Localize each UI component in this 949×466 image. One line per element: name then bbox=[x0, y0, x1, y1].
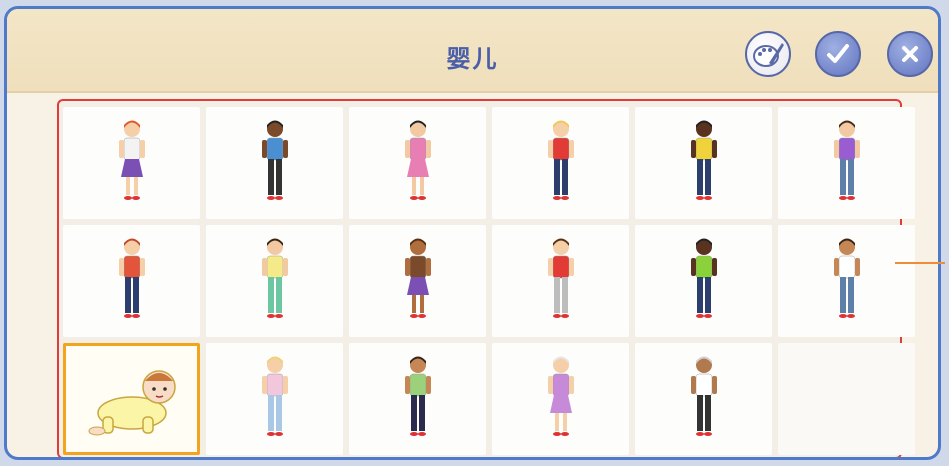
character-tile bbox=[778, 343, 915, 455]
grandma-purple-dress-icon bbox=[541, 355, 581, 443]
close-icon bbox=[902, 46, 918, 62]
character-tile[interactable] bbox=[492, 343, 629, 455]
dialog-title: 婴儿 bbox=[446, 45, 499, 73]
character-tile[interactable] bbox=[206, 107, 343, 219]
girl-red-hair-purple-skirt-icon bbox=[112, 119, 152, 207]
boy-yellow-shirt-icon bbox=[684, 119, 724, 207]
man-walking-green-shirt-icon bbox=[398, 355, 438, 443]
checkmark-icon bbox=[827, 44, 849, 63]
girl-pink-dress-icon bbox=[398, 119, 438, 207]
girl-long-hair-purple-skirt-icon bbox=[398, 237, 438, 325]
character-tile[interactable] bbox=[206, 225, 343, 337]
character-tile[interactable] bbox=[349, 225, 486, 337]
character-tile[interactable] bbox=[63, 107, 200, 219]
paint-editor-button[interactable] bbox=[745, 31, 791, 77]
character-tile[interactable] bbox=[635, 225, 772, 337]
character-tile[interactable] bbox=[63, 225, 200, 337]
paint-brush-icon bbox=[753, 43, 784, 67]
ok-button[interactable] bbox=[815, 31, 861, 77]
dialog-header: 婴儿 bbox=[7, 9, 938, 93]
character-picker-dialog: 婴儿 bbox=[4, 6, 941, 460]
character-grid bbox=[57, 99, 915, 457]
character-tile[interactable] bbox=[349, 343, 486, 455]
boy-red-shirt-grey-shorts-icon bbox=[541, 237, 581, 325]
character-tile[interactable] bbox=[778, 225, 915, 337]
character-tile[interactable] bbox=[492, 107, 629, 219]
boy-blond-red-shirt-icon bbox=[541, 119, 581, 207]
man-green-shirt-icon bbox=[684, 237, 724, 325]
character-tile[interactable] bbox=[635, 343, 772, 455]
girl-braids-blue-shirt-icon bbox=[255, 119, 295, 207]
boy-purple-shirt-icon bbox=[827, 119, 867, 207]
character-tile[interactable] bbox=[349, 107, 486, 219]
woman-blond-walking-icon bbox=[255, 355, 295, 443]
boy-white-shirt-icon bbox=[827, 237, 867, 325]
connector-line bbox=[895, 262, 945, 264]
woman-red-shirt-icon bbox=[112, 237, 152, 325]
character-tile[interactable] bbox=[63, 343, 200, 455]
close-button[interactable] bbox=[887, 31, 933, 77]
character-tile[interactable] bbox=[206, 343, 343, 455]
grandpa-white-shirt-icon bbox=[684, 355, 724, 443]
baby-crawling-icon bbox=[77, 353, 187, 445]
character-tile[interactable] bbox=[635, 107, 772, 219]
girl-yellow-shirt-green-shorts-icon bbox=[255, 237, 295, 325]
character-tile[interactable] bbox=[778, 107, 915, 219]
character-tile[interactable] bbox=[492, 225, 629, 337]
